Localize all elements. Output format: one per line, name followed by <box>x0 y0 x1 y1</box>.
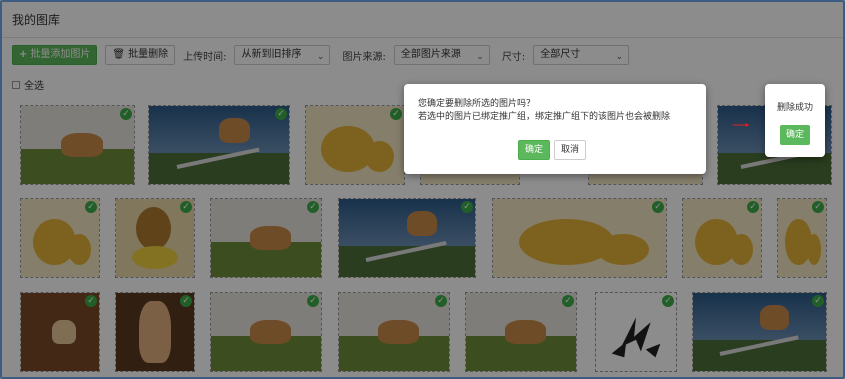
delete-success-toast: 删除成功 确定 <box>765 84 825 157</box>
confirm-delete-dialog: 您确定要删除所选的图片吗？ 若选中的图片已绑定推广组，绑定推广组下的该图片也会被… <box>404 84 706 174</box>
dialog-cancel-button[interactable]: 取消 <box>554 140 587 160</box>
toast-message: 删除成功 <box>776 103 813 113</box>
dialog-confirm-button[interactable]: 确定 <box>518 140 551 160</box>
red-arrow-icon <box>732 123 750 127</box>
dialog-message-line1: 您确定要删除所选的图片吗？ <box>418 99 536 109</box>
modal-overlay <box>2 2 843 377</box>
dialog-message-line2: 若选中的图片已绑定推广组，绑定推广组下的该图片也会被删除 <box>418 112 671 122</box>
toast-ok-button[interactable]: 确定 <box>779 125 810 145</box>
gallery-window: 我的图库 + 批量添加图片 🗑 批量删除 上传时间: 从新到旧排序 ⌄ 图片来源… <box>0 0 845 379</box>
